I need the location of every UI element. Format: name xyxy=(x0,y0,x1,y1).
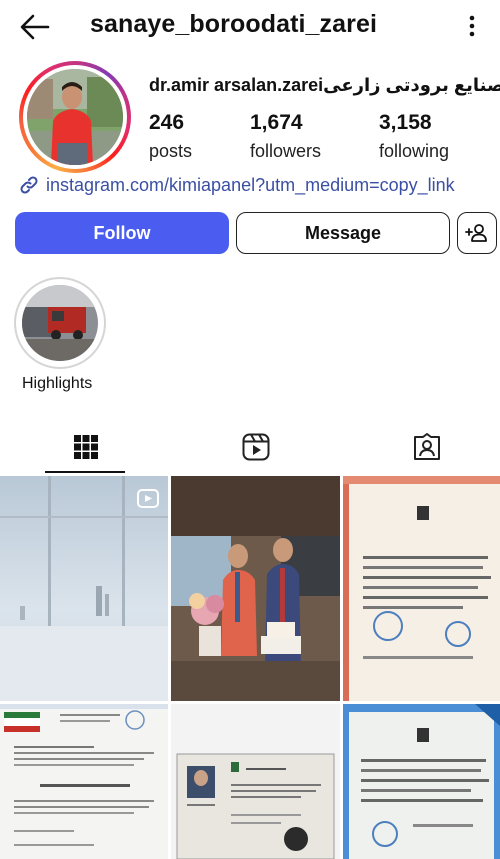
post-thumbnail[interactable] xyxy=(0,476,168,701)
followers-count: 1,674 xyxy=(250,111,303,134)
profile-tabs xyxy=(0,420,500,474)
post-thumbnail[interactable] xyxy=(343,704,500,859)
profile-username: sanaye_boroodati_zarei xyxy=(90,10,378,38)
stat-followers[interactable]: 1,674 followers xyxy=(250,111,321,162)
link-icon xyxy=(20,176,38,194)
post-thumbnail[interactable] xyxy=(171,476,340,701)
active-tab-indicator xyxy=(45,471,125,473)
avatar-story-ring[interactable] xyxy=(19,61,131,173)
posts-count: 246 xyxy=(149,111,185,134)
message-button[interactable]: Message xyxy=(236,212,450,254)
arrow-left-icon xyxy=(20,14,50,40)
reels-icon xyxy=(242,433,269,461)
posts-label: posts xyxy=(149,141,193,161)
back-button[interactable] xyxy=(18,12,52,42)
tab-tagged[interactable] xyxy=(364,420,489,474)
stat-posts[interactable]: 246 posts xyxy=(149,111,192,162)
profile-link[interactable]: instagram.com/kimiapanel?utm_medium=copy… xyxy=(18,173,455,197)
add-user-icon xyxy=(465,224,487,242)
stat-following[interactable]: 3,158 following xyxy=(379,111,449,162)
tab-grid[interactable] xyxy=(23,420,148,474)
post-grid xyxy=(0,476,500,859)
more-vertical-icon xyxy=(469,15,475,37)
suggested-users-button[interactable] xyxy=(457,212,497,254)
avatar xyxy=(27,69,123,165)
top-bar: sanaye_boroodati_zarei xyxy=(0,0,500,54)
tab-reels[interactable] xyxy=(193,420,318,474)
grid-icon xyxy=(73,435,98,459)
post-thumbnail[interactable] xyxy=(0,704,168,859)
post-thumbnail[interactable] xyxy=(343,476,500,701)
highlight-label: Highlights xyxy=(22,375,93,392)
more-options-button[interactable] xyxy=(462,12,482,42)
highlight-item[interactable] xyxy=(14,277,106,369)
tagged-user-icon xyxy=(413,433,440,460)
following-count: 3,158 xyxy=(379,111,432,134)
highlight-cover xyxy=(22,285,98,361)
following-label: following xyxy=(379,141,450,161)
profile-link-text: instagram.com/kimiapanel?utm_medium=copy… xyxy=(46,174,455,195)
follow-button[interactable]: Follow xyxy=(15,212,229,254)
followers-label: followers xyxy=(250,141,322,161)
profile-display-name: dr.amir arsalan.zareiصنایع برودتی زارعی. xyxy=(149,75,500,95)
post-thumbnail[interactable] xyxy=(171,704,340,859)
